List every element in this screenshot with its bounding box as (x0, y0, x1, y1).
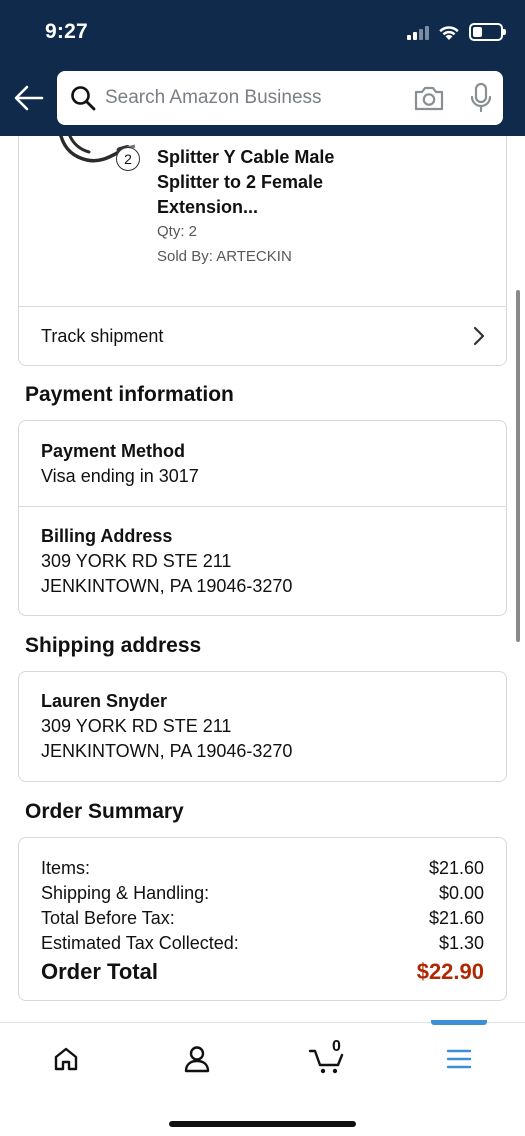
back-arrow-icon (14, 85, 44, 111)
camera-icon[interactable] (413, 83, 445, 113)
summary-row-tax: Estimated Tax Collected: $1.30 (41, 931, 484, 956)
shipping-address-section: Lauren Snyder 309 YORK RD STE 211 JENKIN… (19, 672, 506, 764)
payment-method-value: Visa ending in 3017 (41, 466, 199, 486)
summary-label: Items: (41, 858, 91, 878)
payment-method-section: Payment Method Visa ending in 3017 (19, 421, 506, 506)
shipping-name: Lauren Snyder (41, 691, 168, 711)
search-input[interactable] (105, 87, 413, 109)
quantity-badge: 2 (116, 147, 140, 171)
status-time: 9:27 (45, 20, 88, 43)
track-shipment-button[interactable]: Track shipment (19, 306, 506, 365)
billing-address-section: Billing Address 309 YORK RD STE 211 JENK… (19, 507, 506, 599)
track-shipment-label: Track shipment (41, 325, 164, 346)
order-total-value: $22.90 (416, 959, 484, 984)
order-summary-heading: Order Summary (25, 800, 184, 823)
active-tab-indicator (431, 1020, 487, 1025)
nav-cart-button[interactable]: 0 (298, 1038, 358, 1077)
billing-address-label: Billing Address (41, 526, 173, 546)
battery-icon (469, 23, 506, 41)
status-icons (407, 21, 506, 43)
order-total-row: Order Total $22.90 (41, 957, 484, 986)
product-image[interactable] (39, 136, 169, 216)
summary-label: Estimated Tax Collected: (41, 933, 239, 953)
summary-value: $21.60 (428, 908, 484, 928)
shipping-heading: Shipping address (25, 634, 202, 657)
product-seller: Sold By: ARTECKIN (157, 248, 292, 265)
shipping-address-line2: JENKINTOWN, PA 19046-3270 (41, 741, 293, 761)
summary-row-before-tax: Total Before Tax: $21.60 (41, 906, 484, 931)
cellular-signal-icon (407, 24, 429, 40)
home-icon (54, 1047, 78, 1071)
payment-heading: Payment information (25, 383, 234, 406)
summary-label: Shipping & Handling: (41, 883, 210, 903)
bottom-nav: 0 (0, 1020, 525, 1136)
product-quantity: Qty: 2 (157, 223, 198, 240)
cart-count: 0 (332, 1038, 341, 1055)
nav-account-button[interactable] (167, 1041, 227, 1077)
account-icon (184, 1046, 210, 1073)
back-button[interactable] (12, 80, 46, 116)
microphone-icon[interactable] (469, 82, 493, 114)
home-indicator (169, 1121, 356, 1127)
chevron-right-icon (473, 326, 485, 346)
scrollbar[interactable] (516, 290, 520, 642)
wifi-icon (439, 25, 459, 40)
summary-row-shipping: Shipping & Handling: $0.00 (41, 881, 484, 906)
billing-address-line1: 309 YORK RD STE 211 (41, 551, 232, 571)
order-summary-box: Items: $21.60 Shipping & Handling: $0.00… (18, 837, 507, 1001)
top-bar: 9:27 (0, 0, 525, 136)
nav-menu-button[interactable] (429, 1041, 489, 1077)
search-bar[interactable] (57, 71, 503, 125)
search-icon (71, 86, 96, 111)
payment-method-label: Payment Method (41, 441, 186, 461)
shipment-card: 2 Splitter Y Cable Male Splitter to 2 Fe… (18, 136, 507, 366)
billing-address-line2: JENKINTOWN, PA 19046-3270 (41, 576, 293, 596)
summary-value: $21.60 (428, 858, 484, 878)
summary-value: $1.30 (438, 933, 484, 953)
order-total-label: Order Total (41, 959, 158, 984)
payment-box: Payment Method Visa ending in 3017 Billi… (18, 420, 507, 616)
shipping-box: Lauren Snyder 309 YORK RD STE 211 JENKIN… (18, 671, 507, 782)
menu-icon (446, 1049, 472, 1069)
summary-row-items: Items: $21.60 (41, 856, 484, 881)
summary-label: Total Before Tax: (41, 908, 175, 928)
order-summary-section: Items: $21.60 Shipping & Handling: $0.00… (19, 838, 506, 986)
shipping-address-line1: 309 YORK RD STE 211 (41, 716, 232, 736)
product-title[interactable]: Splitter Y Cable Male Splitter to 2 Fema… (157, 145, 387, 220)
cart-icon (308, 1049, 344, 1074)
nav-home-button[interactable] (36, 1041, 96, 1077)
summary-value: $0.00 (438, 883, 484, 903)
